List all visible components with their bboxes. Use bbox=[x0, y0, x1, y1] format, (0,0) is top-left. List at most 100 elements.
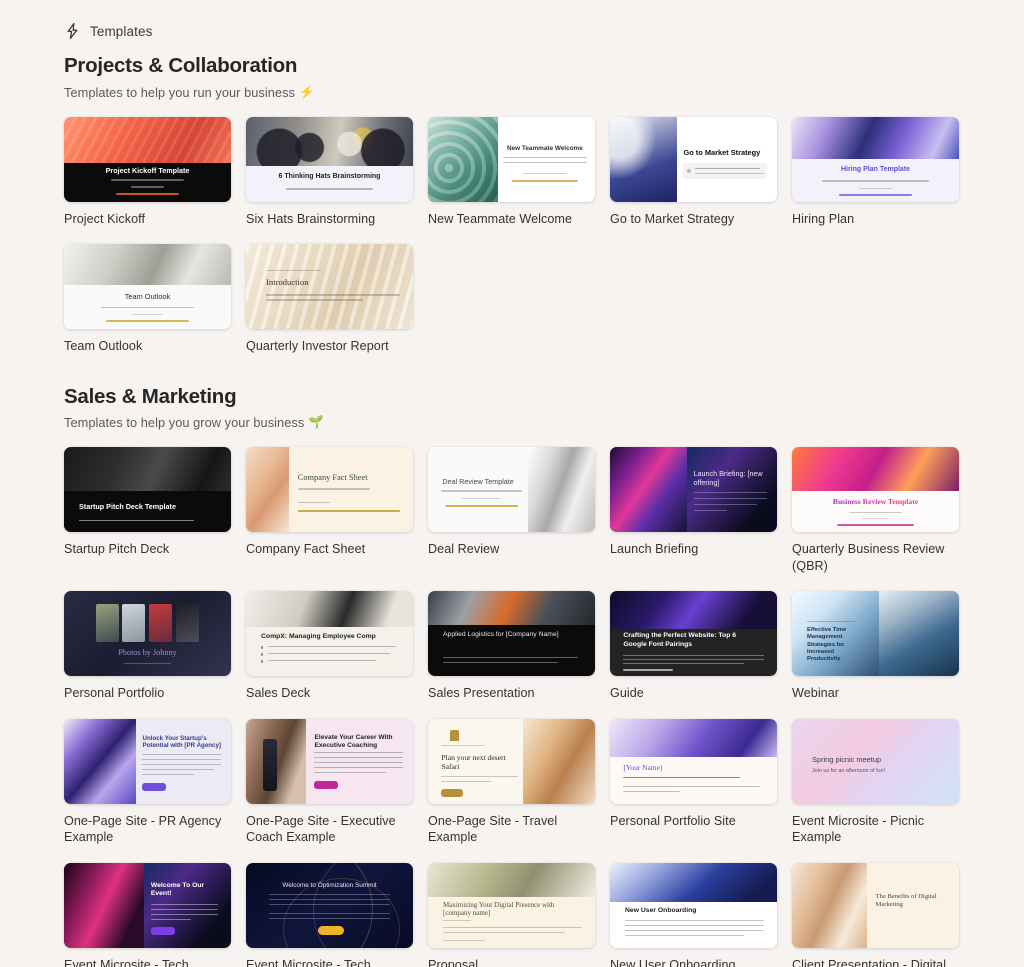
thumb-cta-button bbox=[150, 926, 175, 935]
thumb-title: Welcome to Optimization Summit bbox=[282, 881, 377, 889]
template-card-event-microsite-picnic[interactable]: Spring picnic meetup Join us for an afte… bbox=[792, 718, 959, 846]
template-thumbnail[interactable]: Company Fact Sheet bbox=[246, 447, 413, 533]
template-thumbnail[interactable]: The Benefits of Digital Marketing bbox=[792, 862, 959, 948]
template-card-project-kickoff[interactable]: Project Kickoff Template Project Kickoff bbox=[64, 116, 231, 228]
template-label: Quarterly Investor Report bbox=[246, 339, 389, 354]
template-card-company-fact-sheet[interactable]: Company Fact Sheet Company Fact Sheet bbox=[246, 447, 413, 574]
thumb-title: New Teammate Welcome bbox=[507, 144, 583, 152]
template-thumbnail[interactable]: Welcome to Optimization Summit bbox=[246, 862, 413, 948]
template-card-proposal[interactable]: Maximizing Your Digital Presence with [c… bbox=[428, 862, 595, 967]
template-card-event-microsite-tech-2[interactable]: Welcome to Optimization Summit Event Mic… bbox=[246, 862, 413, 967]
thumb-art bbox=[428, 591, 595, 626]
template-card-personal-portfolio[interactable]: Photos by Johnny Personal Portfolio bbox=[64, 591, 231, 702]
template-thumbnail[interactable]: Welcome To Our Event! bbox=[64, 862, 231, 948]
template-label: Personal Portfolio bbox=[64, 686, 165, 701]
thumb-title: Photos by Johnny bbox=[118, 647, 177, 657]
template-thumbnail[interactable]: Spring picnic meetup Join us for an afte… bbox=[792, 718, 959, 804]
template-card-new-user-onboarding[interactable]: New User Onboarding New User Onboarding bbox=[610, 862, 777, 967]
thumb-cta-button bbox=[441, 788, 464, 797]
template-card-event-microsite-tech[interactable]: Welcome To Our Event! Event Microsite - … bbox=[64, 862, 231, 967]
template-card-client-presentation-digital-marketing[interactable]: The Benefits of Digital Marketing Client… bbox=[792, 862, 959, 967]
template-thumbnail[interactable]: Applied Logistics for [Company Name] bbox=[428, 591, 595, 677]
template-card-one-page-site-travel[interactable]: Plan your next desert Safari One-Page Si… bbox=[428, 718, 595, 846]
template-card-one-page-site-executive-coach[interactable]: Elevate Your Career With Executive Coach… bbox=[246, 718, 413, 846]
template-card-sales-deck[interactable]: CompX: Managing Employee Comp Sales Deck bbox=[246, 591, 413, 702]
thumb-title: Launch Briefing: [new offering] bbox=[693, 469, 763, 488]
template-card-startup-pitch-deck[interactable]: Startup Pitch Deck Template Startup Pitc… bbox=[64, 447, 231, 574]
template-thumbnail[interactable]: Go to Market Strategy bbox=[610, 116, 777, 202]
template-label: One-Page Site - Travel Example bbox=[428, 813, 558, 845]
thumb-title: Maximizing Your Digital Presence with [c… bbox=[443, 900, 555, 918]
template-card-six-hats-brainstorming[interactable]: 6 Thinking Hats Brainstorming Six Hats B… bbox=[246, 116, 413, 228]
thumb-title: Introduction bbox=[266, 277, 309, 288]
template-thumbnail[interactable]: Crafting the Perfect Website: Top 6 Goog… bbox=[610, 591, 777, 677]
template-card-guide[interactable]: Crafting the Perfect Website: Top 6 Goog… bbox=[610, 591, 777, 702]
thumb-title: Elevate Your Career With Executive Coach… bbox=[314, 733, 393, 749]
section-heading: Projects & Collaboration bbox=[64, 54, 298, 77]
template-thumbnail[interactable]: CompX: Managing Employee Comp bbox=[246, 591, 413, 677]
thumb-art bbox=[610, 591, 777, 629]
template-label: Sales Presentation bbox=[428, 686, 535, 701]
thumb-title: Unlock Your Startup's Potential with [PR… bbox=[142, 734, 221, 750]
thumb-art bbox=[246, 116, 413, 167]
thumb-art bbox=[428, 116, 499, 202]
template-grid-sales: Startup Pitch Deck Template Startup Pitc… bbox=[64, 447, 960, 967]
template-card-quarterly-business-review[interactable]: Business Review Template Quarterly Busin… bbox=[792, 447, 959, 574]
template-thumbnail[interactable]: Plan your next desert Safari bbox=[428, 718, 595, 804]
template-thumbnail[interactable]: Introduction bbox=[246, 244, 413, 330]
template-thumbnail[interactable]: Maximizing Your Digital Presence with [c… bbox=[428, 862, 595, 948]
portfolio-photo bbox=[95, 604, 119, 643]
template-thumbnail[interactable]: Photos by Johnny bbox=[64, 591, 231, 677]
thumb-title: Company Fact Sheet bbox=[297, 473, 368, 483]
template-label: Proposal bbox=[428, 957, 479, 967]
logo-mark bbox=[449, 729, 459, 741]
thumb-title: The Benefits of Digital Marketing bbox=[875, 892, 937, 908]
template-thumbnail[interactable]: Startup Pitch Deck Template bbox=[64, 447, 231, 533]
section-sales-marketing: Sales & Marketing Templates to help you … bbox=[64, 385, 960, 967]
template-thumbnail[interactable]: New User Onboarding bbox=[610, 862, 777, 948]
template-thumbnail[interactable]: Unlock Your Startup's Potential with [PR… bbox=[64, 718, 231, 804]
template-card-new-teammate-welcome[interactable]: New Teammate Welcome New Teammate Welcom… bbox=[428, 116, 595, 228]
template-label: Webinar bbox=[792, 686, 840, 701]
template-card-personal-portfolio-site[interactable]: [Your Name] Personal Portfolio Site bbox=[610, 718, 777, 846]
template-card-webinar[interactable]: Effective Time Management Strategies for… bbox=[792, 591, 959, 702]
template-thumbnail[interactable]: Effective Time Management Strategies for… bbox=[792, 591, 959, 677]
template-thumbnail[interactable]: Hiring Plan Template bbox=[792, 116, 959, 202]
template-card-go-to-market-strategy[interactable]: Go to Market Strategy Go to Market Strat… bbox=[610, 116, 777, 228]
template-thumbnail[interactable]: Project Kickoff Template bbox=[64, 116, 231, 202]
template-thumbnail[interactable]: Elevate Your Career With Executive Coach… bbox=[246, 718, 413, 804]
template-label: Guide bbox=[610, 686, 644, 701]
template-card-team-outlook[interactable]: Team Outlook Team Outlook bbox=[64, 244, 231, 355]
thumb-title: Team Outlook bbox=[124, 291, 171, 301]
thumb-title: Go to Market Strategy bbox=[683, 147, 761, 157]
template-card-hiring-plan[interactable]: Hiring Plan Template Hiring Plan bbox=[792, 116, 959, 228]
thumb-title: Applied Logistics for [Company Name] bbox=[443, 631, 559, 639]
thumb-title: Hiring Plan Template bbox=[840, 165, 911, 173]
thumb-art bbox=[64, 862, 145, 948]
template-card-launch-briefing[interactable]: Launch Briefing: [new offering] Launch B… bbox=[610, 447, 777, 574]
template-label: New Teammate Welcome bbox=[428, 211, 573, 226]
template-thumbnail[interactable]: 6 Thinking Hats Brainstorming bbox=[246, 116, 413, 202]
template-label: Hiring Plan bbox=[792, 211, 855, 226]
thumb-title: Spring picnic meetup bbox=[812, 754, 882, 764]
template-thumbnail[interactable]: Team Outlook bbox=[64, 244, 231, 330]
thumb-art bbox=[246, 447, 290, 533]
template-thumbnail[interactable]: [Your Name] bbox=[610, 718, 777, 804]
template-label: Project Kickoff bbox=[64, 211, 146, 226]
template-card-deal-review[interactable]: Deal Review Template Deal Review bbox=[428, 447, 595, 574]
template-label: Sales Deck bbox=[246, 686, 311, 701]
template-thumbnail[interactable]: Launch Briefing: [new offering] bbox=[610, 447, 777, 533]
template-label: Startup Pitch Deck bbox=[64, 542, 170, 557]
template-card-sales-presentation[interactable]: Applied Logistics for [Company Name] Sal… bbox=[428, 591, 595, 702]
template-thumbnail[interactable]: Business Review Template bbox=[792, 447, 959, 533]
template-thumbnail[interactable]: New Teammate Welcome bbox=[428, 116, 595, 202]
template-thumbnail[interactable]: Deal Review Template bbox=[428, 447, 595, 533]
thumb-panel bbox=[246, 165, 413, 202]
template-grid-projects: Project Kickoff Template Project Kickoff… bbox=[64, 116, 960, 355]
portfolio-photo bbox=[175, 604, 199, 643]
thumb-art bbox=[64, 244, 231, 285]
thumb-art bbox=[792, 862, 868, 948]
template-card-quarterly-investor-report[interactable]: Introduction Quarterly Investor Report bbox=[246, 244, 413, 355]
template-card-one-page-site-pr-agency[interactable]: Unlock Your Startup's Potential with [PR… bbox=[64, 718, 231, 846]
thumb-art bbox=[246, 591, 413, 627]
